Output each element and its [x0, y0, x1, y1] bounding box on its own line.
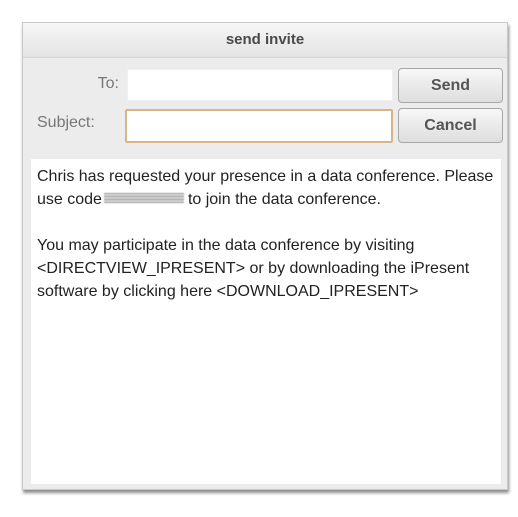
send-button[interactable]: Send — [398, 68, 503, 103]
to-field[interactable] — [127, 69, 393, 101]
subject-label: Subject: — [37, 114, 95, 131]
message-paragraph-2: You may participate in the data conferen… — [37, 237, 470, 300]
message-paragraph-1: Chris has requested your presence in a d… — [37, 165, 495, 211]
message-body[interactable]: Chris has requested your presence in a d… — [31, 159, 501, 484]
message-text-after-code: to join the data conference. — [187, 191, 381, 208]
redacted-code — [103, 193, 184, 203]
subject-field[interactable] — [125, 109, 393, 143]
cancel-button[interactable]: Cancel — [398, 108, 503, 143]
send-invite-dialog: send invite To: Subject: Send Cancel Chr… — [22, 22, 508, 490]
dialog-title: send invite — [23, 23, 507, 58]
to-label: To: — [97, 75, 119, 92]
